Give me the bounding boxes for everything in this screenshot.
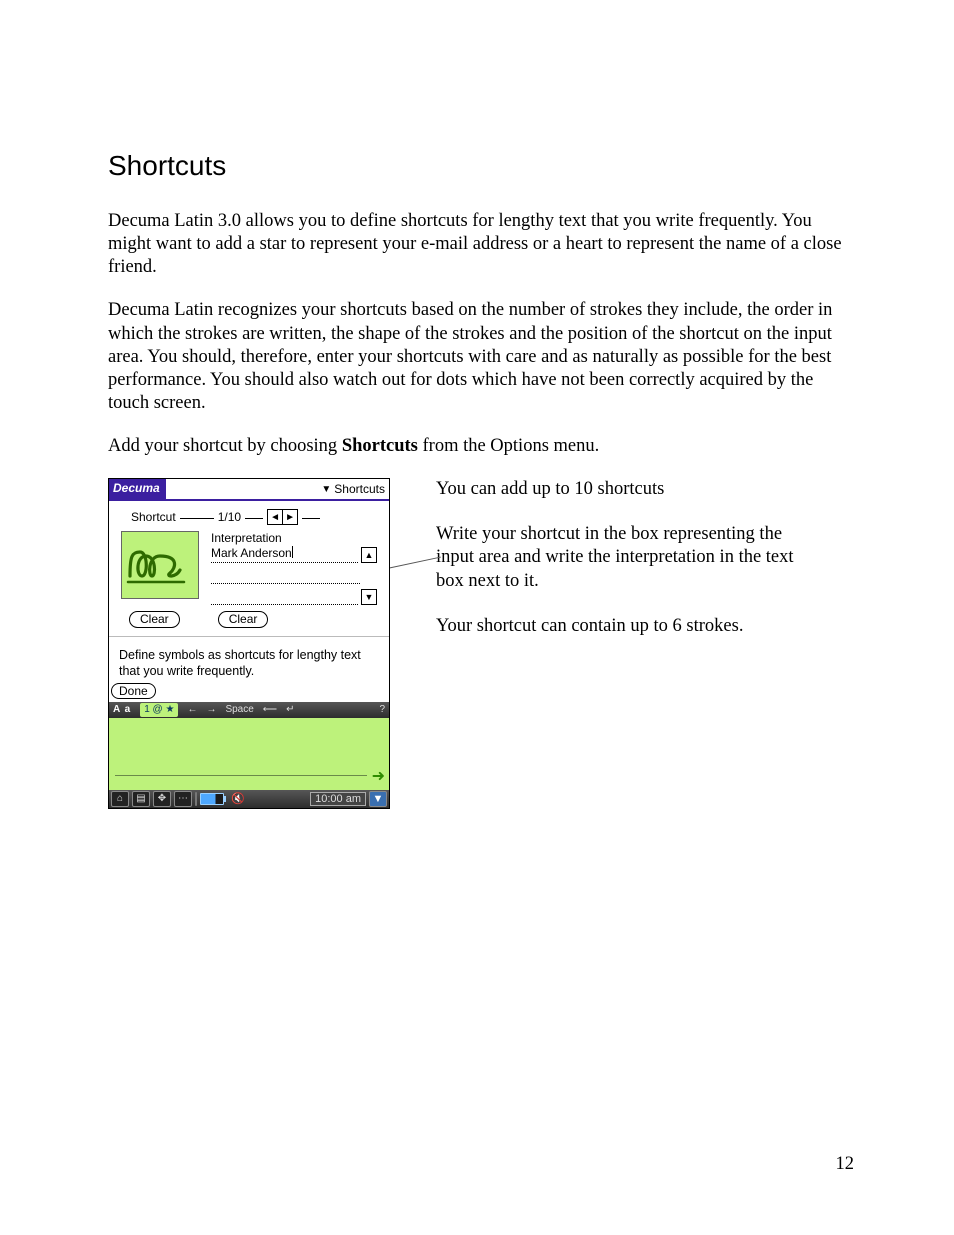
- menu-icon[interactable]: ⋯: [174, 791, 192, 807]
- status-dropdown-icon[interactable]: ▼: [369, 791, 387, 807]
- mode-alpha[interactable]: A a: [113, 704, 131, 715]
- battery-icon: [200, 793, 224, 805]
- stepper-prev-icon[interactable]: ◄: [268, 510, 282, 524]
- p3-post: from the Options menu.: [418, 436, 599, 456]
- p3-bold: Shortcuts: [342, 436, 418, 456]
- shortcut-draw-area[interactable]: [121, 531, 199, 599]
- enter-icon[interactable]: ↵: [286, 704, 294, 715]
- paragraph-1: Decuma Latin 3.0 allows you to define sh…: [108, 210, 853, 279]
- input-toolbar: A a 1 @ ★ ← → Space ⟵ ↵ ?: [109, 702, 389, 718]
- shortcut-counter: 1/10: [218, 510, 241, 524]
- side-note-1: You can add up to 10 shortcuts: [436, 478, 796, 501]
- interpretation-line-3[interactable]: [211, 588, 358, 605]
- app-brand: Decuma: [109, 479, 166, 499]
- titlebar: Decuma ▼ Shortcuts: [109, 479, 389, 501]
- side-note-3: Your shortcut can contain up to 6 stroke…: [436, 615, 796, 638]
- stepper-next-icon[interactable]: ►: [282, 510, 297, 524]
- arrow-right-icon[interactable]: →: [206, 704, 216, 715]
- clear-drawing-button[interactable]: Clear: [129, 611, 180, 628]
- paragraph-2: Decuma Latin recognizes your shortcuts b…: [108, 299, 853, 415]
- clear-interpretation-button[interactable]: Clear: [218, 611, 269, 628]
- side-note-2: Write your shortcut in the box represent…: [436, 523, 796, 592]
- space-button[interactable]: Space: [225, 704, 253, 715]
- page-heading: Shortcuts: [108, 150, 854, 182]
- p3-pre: Add your shortcut by choosing: [108, 436, 342, 456]
- home-icon[interactable]: ⌂: [111, 791, 129, 807]
- side-notes: You can add up to 10 shortcuts Write you…: [436, 478, 796, 660]
- sound-icon[interactable]: 🔇: [231, 792, 245, 805]
- paragraph-3: Add your shortcut by choosing Shortcuts …: [108, 435, 853, 458]
- shortcut-stepper[interactable]: ◄ ►: [267, 509, 298, 525]
- backspace-icon[interactable]: ⟵: [263, 704, 277, 715]
- interpretation-label: Interpretation: [211, 531, 377, 545]
- find-icon[interactable]: ✥: [153, 791, 171, 807]
- menu-dropdown-icon[interactable]: ▼: [321, 484, 331, 495]
- writing-area[interactable]: ➜: [109, 718, 389, 790]
- status-bar: ⌂ ▤ ✥ ⋯ 🔇 10:00 am ▼: [109, 790, 389, 808]
- scroll-up-button[interactable]: ▲: [361, 547, 377, 563]
- apps-icon[interactable]: ▤: [132, 791, 150, 807]
- callout-line: [387, 557, 441, 569]
- scroll-spacer: [363, 570, 377, 584]
- scroll-down-button[interactable]: ▼: [361, 589, 377, 605]
- panel-hint-text: Define symbols as shortcuts for lengthy …: [109, 636, 389, 682]
- shortcut-panel: Shortcut 1/10 ◄ ►: [109, 501, 389, 636]
- clock: 10:00 am: [310, 792, 366, 806]
- page-number: 12: [836, 1154, 855, 1175]
- arrow-left-icon[interactable]: ←: [187, 704, 197, 715]
- interpretation-line-2[interactable]: [211, 567, 360, 584]
- shortcut-field-label: Shortcut: [131, 510, 176, 524]
- help-icon[interactable]: ?: [379, 704, 385, 715]
- menu-label[interactable]: Shortcuts: [334, 482, 385, 496]
- mode-symbols[interactable]: 1 @ ★: [140, 703, 178, 717]
- device-screenshot: Decuma ▼ Shortcuts Shortcut 1/10 ◄ ►: [108, 478, 390, 809]
- interpretation-input[interactable]: Mark Anderson: [211, 546, 358, 563]
- done-button[interactable]: Done: [111, 683, 156, 699]
- submit-arrow-icon[interactable]: ➜: [372, 766, 385, 786]
